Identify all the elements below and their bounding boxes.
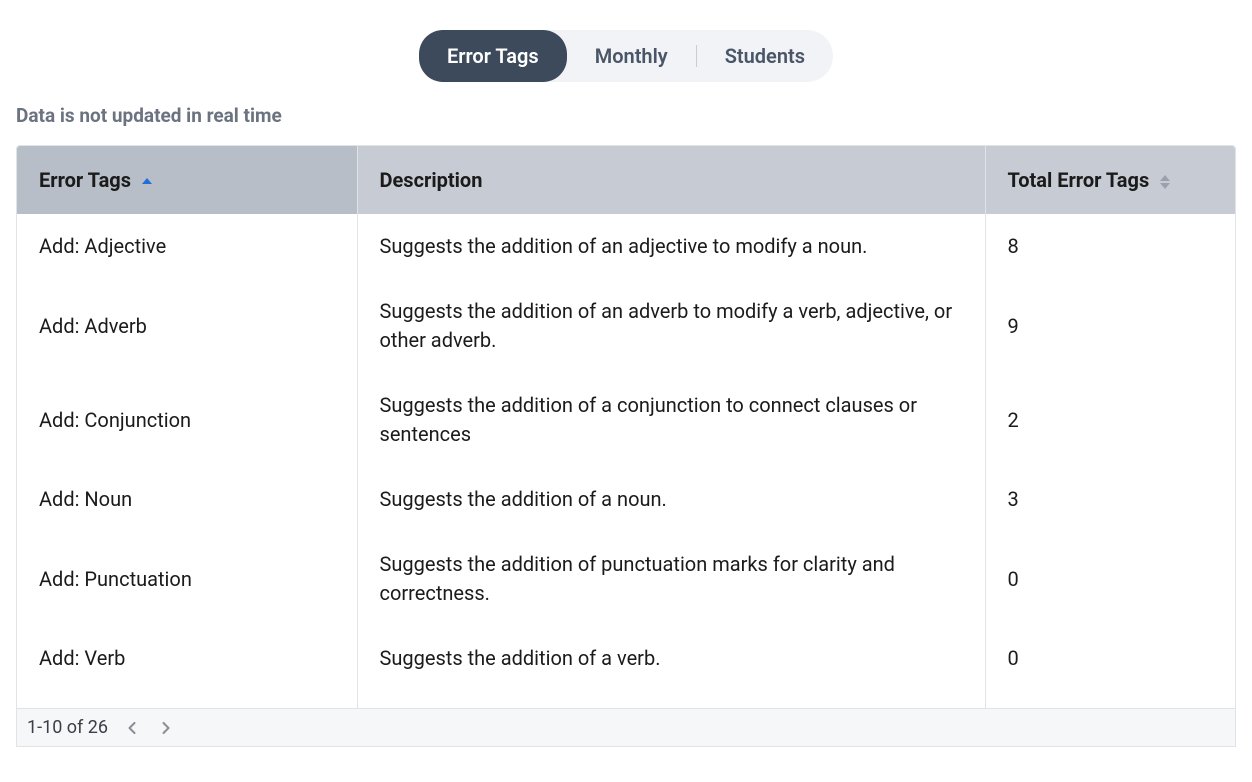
cell-total: 3	[985, 467, 1235, 532]
col-header-total[interactable]: Total Error Tags	[985, 146, 1235, 214]
cell-desc: Suggests the addition of punctuation mar…	[357, 532, 985, 626]
col-header-label: Total Error Tags	[1008, 168, 1150, 192]
pagination-bar: 1-10 of 26	[16, 709, 1236, 747]
cell-desc: Suggests the addition of a noun.	[357, 467, 985, 532]
cell-tag: Add: Verb	[17, 626, 357, 691]
cell-tag: Add: Noun	[17, 467, 357, 532]
table-row: Add: Adjective Suggests the addition of …	[17, 214, 1235, 279]
cell-tag: Add: Punctuation	[17, 532, 357, 626]
table-row: Add: Adverb Suggests the addition of an …	[17, 279, 1235, 373]
col-header-label: Error Tags	[39, 168, 131, 192]
page-range: 1-10 of 26	[27, 717, 108, 738]
cell-tag: Add: Verb Form	[17, 691, 357, 708]
col-header-description[interactable]: Description	[357, 146, 985, 214]
cell-desc: Suggests the addition of a conjunction t…	[357, 373, 985, 467]
col-header-error-tags[interactable]: Error Tags	[17, 146, 357, 214]
tab-students[interactable]: Students	[697, 30, 833, 82]
cell-total: 9	[985, 279, 1235, 373]
chevron-right-icon	[156, 718, 176, 738]
cell-desc: Suggests the addition of a specific verb…	[357, 691, 985, 708]
sort-icon	[142, 178, 152, 186]
table-row: Add: Conjunction Suggests the addition o…	[17, 373, 1235, 467]
col-header-label: Description	[380, 168, 483, 192]
cell-desc: Suggests the addition of a verb.	[357, 626, 985, 691]
tabs-bar: Error Tags Monthly Students	[0, 0, 1252, 100]
cell-desc: Suggests the addition of an adjective to…	[357, 214, 985, 279]
table-row: Add: Punctuation Suggests the addition o…	[17, 532, 1235, 626]
cell-total: 2	[985, 373, 1235, 467]
chevron-left-icon	[122, 718, 142, 738]
cell-total: 0	[985, 626, 1235, 691]
prev-page-button[interactable]	[122, 718, 142, 738]
table-row: Add: Verb Form Suggests the addition of …	[17, 691, 1235, 708]
cell-total: 0	[985, 691, 1235, 708]
table-row: Add: Verb Suggests the addition of a ver…	[17, 626, 1235, 691]
cell-tag: Add: Conjunction	[17, 373, 357, 467]
next-page-button[interactable]	[156, 718, 176, 738]
cell-total: 0	[985, 532, 1235, 626]
cell-total: 8	[985, 214, 1235, 279]
table-row: Add: Noun Suggests the addition of a nou…	[17, 467, 1235, 532]
cell-desc: Suggests the addition of an adverb to mo…	[357, 279, 985, 373]
error-tags-table: Error Tags Description Total Error Tags …	[16, 145, 1236, 709]
realtime-notice: Data is not updated in real time	[0, 100, 1252, 145]
tab-monthly[interactable]: Monthly	[567, 30, 696, 82]
cell-tag: Add: Adverb	[17, 279, 357, 373]
tab-error-tags[interactable]: Error Tags	[419, 30, 567, 82]
cell-tag: Add: Adjective	[17, 214, 357, 279]
sort-icon	[1160, 175, 1170, 189]
